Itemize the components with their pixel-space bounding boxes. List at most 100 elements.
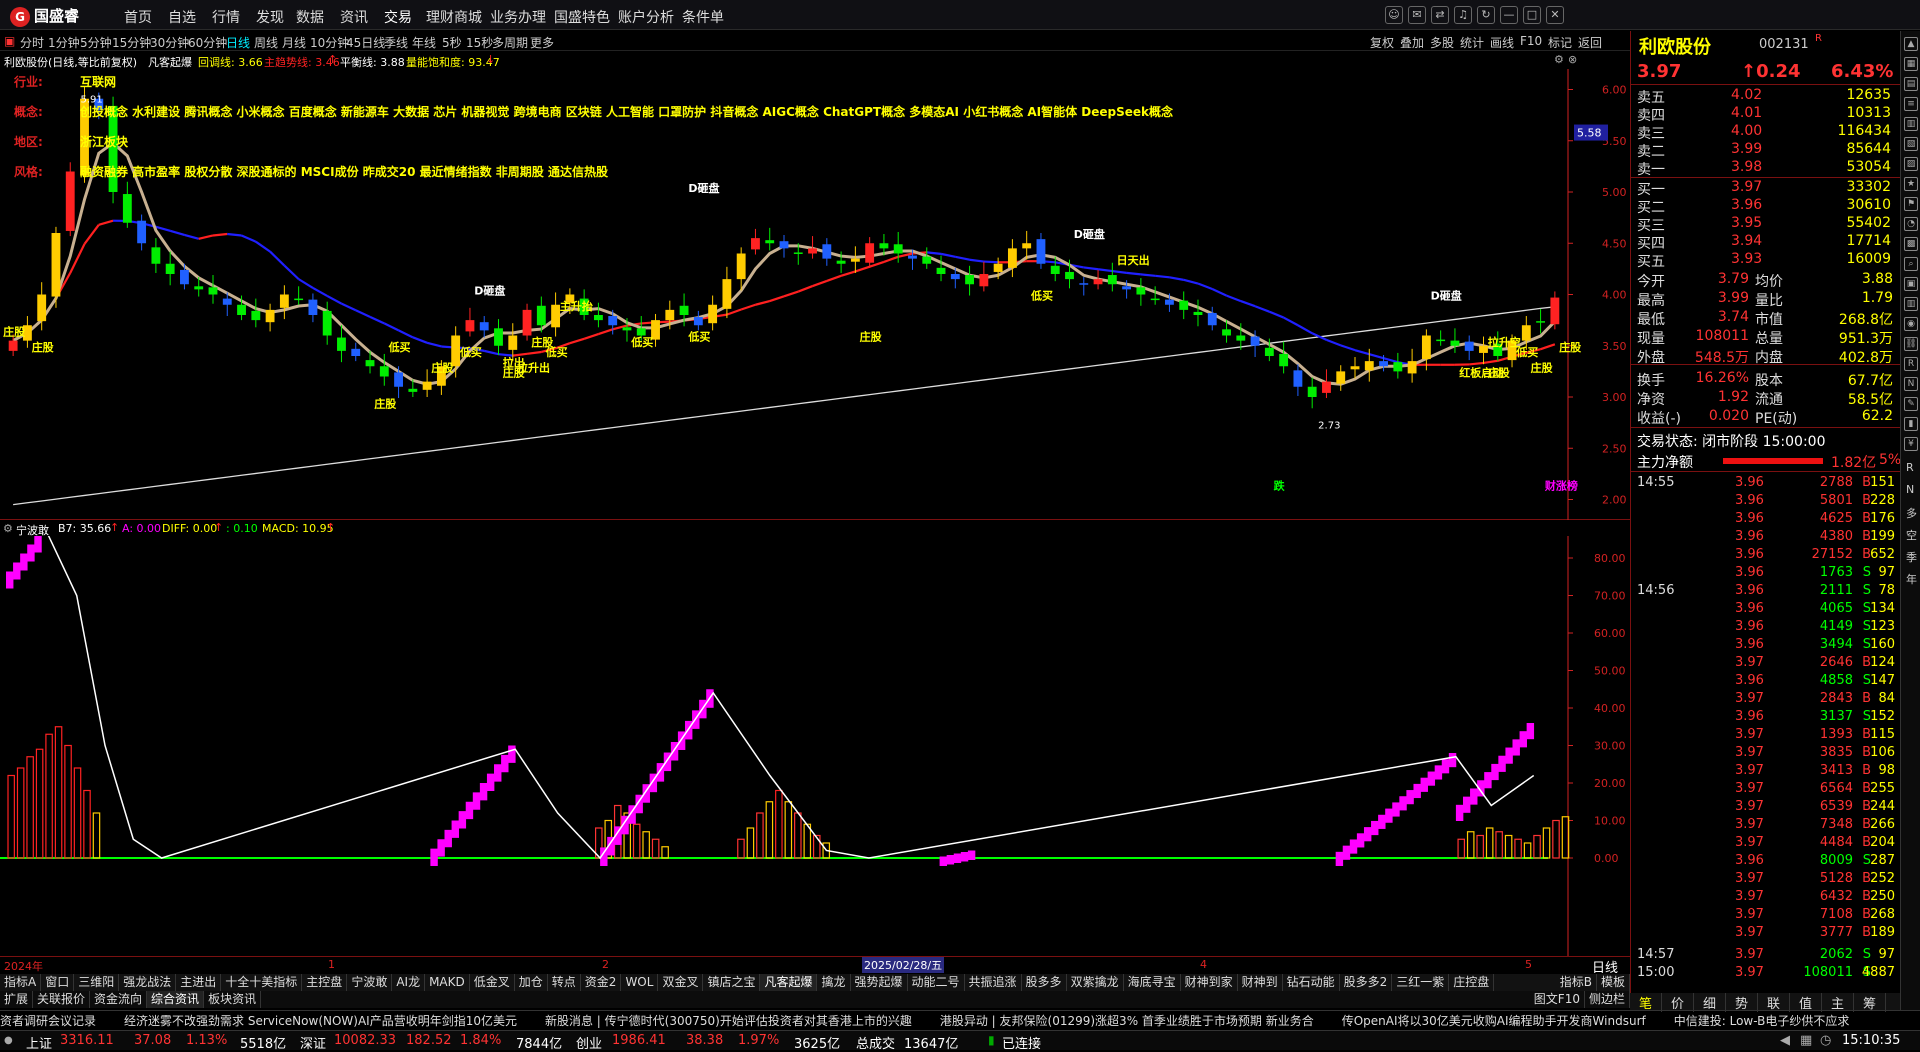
pin-icon[interactable]: ◉ [1904, 317, 1918, 331]
candle[interactable] [694, 311, 703, 330]
bars-icon[interactable]: ▮ [1904, 417, 1918, 431]
candle[interactable] [708, 296, 717, 331]
candle[interactable] [123, 182, 132, 228]
orderbook-row[interactable]: 买五3.9316009 [1631, 251, 1901, 269]
chart-mode-icon[interactable]: ▣ [4, 34, 15, 48]
stock-title[interactable]: 利欧股份(日线,等比前复权) [4, 54, 137, 70]
indicator-tab-28[interactable]: 股多多2 [1340, 974, 1393, 991]
tool-3[interactable]: 统计 [1460, 34, 1484, 51]
candle[interactable] [594, 303, 603, 328]
indicator-tab-4[interactable]: 主进出 [176, 974, 221, 991]
chart-icon[interactable]: ▥ [1904, 117, 1918, 131]
candle[interactable] [765, 228, 774, 251]
top-nav-0[interactable]: 首页 [124, 7, 152, 27]
indicator-right-tab-1[interactable]: 模板 [1597, 974, 1630, 991]
candle[interactable] [251, 299, 260, 328]
timeframe-14[interactable]: 15秒 [466, 34, 493, 51]
candle[interactable] [294, 286, 303, 304]
maximize-icon[interactable]: □ [1523, 6, 1541, 24]
tool-7[interactable]: 返回 [1578, 34, 1602, 51]
candle[interactable] [1408, 349, 1417, 383]
bell-icon[interactable]: ♫ [1454, 6, 1472, 24]
candle[interactable] [480, 316, 489, 338]
sidebar-text-3[interactable]: 空 [1906, 527, 1917, 543]
doc-icon[interactable]: ▤ [1904, 77, 1918, 91]
rss-icon[interactable]: R [1904, 357, 1918, 371]
top-nav-8[interactable]: 业务办理 [490, 7, 546, 27]
chat-icon[interactable]: ☺ [1385, 6, 1403, 24]
quote-tab-3[interactable]: 势 [1726, 993, 1758, 1012]
indicator-tab-6[interactable]: 主控盘 [302, 974, 347, 991]
tool-1[interactable]: 叠加 [1400, 34, 1424, 51]
candle[interactable] [209, 275, 218, 304]
sidebar-text-5[interactable]: 年 [1906, 571, 1917, 587]
indicator-tab-25[interactable]: 财神到家 [1181, 974, 1238, 991]
candle[interactable] [1550, 291, 1559, 329]
top-nav-3[interactable]: 发现 [256, 7, 284, 27]
top-nav-11[interactable]: 条件单 [682, 7, 724, 27]
top-nav-4[interactable]: 数据 [296, 7, 324, 27]
news-item-4[interactable]: 传OpenAI将以30亿美元收购AI编程助手开发商Windsurf [1342, 1011, 1646, 1030]
top-nav-1[interactable]: 自选 [168, 7, 196, 27]
orderbook-row[interactable]: 卖五4.0212635 [1631, 87, 1901, 105]
pen-icon[interactable]: ✎ [1904, 397, 1918, 411]
timeframe-9[interactable]: 10分钟 [310, 34, 349, 51]
flag-icon[interactable]: ⚑ [1904, 197, 1918, 211]
news-item-0[interactable]: 资者调研会议记录 [0, 1011, 96, 1030]
timeframe-1[interactable]: 1分钟 [48, 34, 80, 51]
up-icon[interactable]: ▲ [1904, 37, 1918, 51]
star-icon[interactable]: ★ [1904, 177, 1918, 191]
indicator-tab-11[interactable]: 加仓 [515, 974, 548, 991]
candle[interactable] [66, 162, 75, 236]
candle[interactable] [1279, 342, 1288, 374]
sidebar-text-0[interactable]: R [1906, 461, 1914, 474]
info-right-tab-0[interactable]: 图文F10 [1530, 991, 1585, 1008]
sz-name[interactable]: 深证 [300, 1033, 326, 1052]
chart-close-icon[interactable]: ⊗ [1568, 53, 1577, 66]
timeframe-12[interactable]: 年线 [412, 34, 436, 51]
top-nav-2[interactable]: 行情 [212, 7, 240, 27]
candle[interactable] [751, 229, 760, 255]
top-nav-6[interactable]: 交易 [384, 7, 412, 27]
close-icon[interactable]: ✕ [1546, 6, 1564, 24]
sub-indicator-chart[interactable]: 80.0070.0060.0050.0040.0030.0020.0010.00… [0, 536, 1630, 956]
candle[interactable] [1308, 378, 1317, 409]
quote-stock-name[interactable]: 利欧股份 [1639, 33, 1711, 59]
refresh-icon[interactable]: ↻ [1477, 6, 1495, 24]
orderbook-row[interactable]: 买二3.9630610 [1631, 197, 1901, 215]
candle[interactable] [280, 285, 289, 319]
indicator-tab-16[interactable]: 镇店之宝 [703, 974, 760, 991]
candle[interactable] [937, 256, 946, 282]
indicator-tab-9[interactable]: MAKD [425, 974, 470, 991]
layers-icon[interactable]: ▩ [1904, 237, 1918, 251]
candle[interactable] [1322, 369, 1331, 398]
quote-tab-7[interactable]: 筹 [1854, 993, 1886, 1012]
tool-2[interactable]: 多股 [1430, 34, 1454, 51]
indicator-tab-5[interactable]: 十全十美指标 [221, 974, 302, 991]
indicator-tab-17[interactable]: 凡客起爆 [760, 974, 817, 991]
money-icon[interactable]: ¥ [1904, 437, 1918, 451]
candle[interactable] [1351, 357, 1360, 379]
indicator-tab-22[interactable]: 股多多 [1022, 974, 1067, 991]
formula-name[interactable]: 凡客起爆 [148, 54, 192, 70]
table-icon[interactable]: ▧ [1904, 137, 1918, 151]
link-icon[interactable]: ⛓ [1904, 337, 1918, 351]
cube-icon[interactable]: ▣ [1904, 277, 1918, 291]
tool-4[interactable]: 画线 [1490, 34, 1514, 51]
indicator-tab-30[interactable]: 庄控盘 [1449, 974, 1494, 991]
timeframe-0[interactable]: 分时 [20, 34, 44, 51]
candle[interactable] [979, 262, 988, 292]
timeframe-4[interactable]: 30分钟 [150, 34, 189, 51]
quote-tab-6[interactable]: 主 [1822, 993, 1854, 1012]
indicator-tab-3[interactable]: 强龙战法 [119, 974, 176, 991]
tool-0[interactable]: 复权 [1370, 34, 1394, 51]
quote-tab-2[interactable]: 细 [1694, 993, 1726, 1012]
candle[interactable] [1393, 353, 1402, 379]
orderbook-row[interactable]: 卖一3.9853054 [1631, 159, 1901, 177]
shuffle-icon[interactable]: ⇄ [1431, 6, 1449, 24]
candle[interactable] [337, 325, 346, 362]
pie-icon[interactable]: ◔ [1904, 217, 1918, 231]
candle[interactable] [137, 215, 146, 251]
speaker-icon[interactable]: ◀ [1780, 1033, 1790, 1048]
candle[interactable] [1108, 263, 1117, 292]
